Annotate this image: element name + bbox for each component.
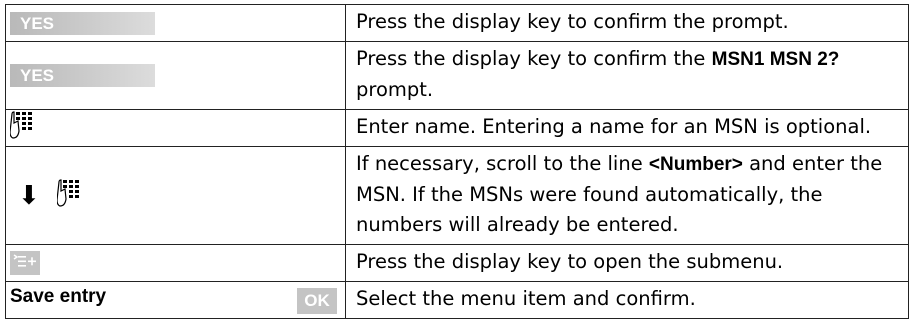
key-cell xyxy=(5,109,346,147)
arrow-down-icon: ⬇ xyxy=(18,180,40,211)
instruction-table: YES Press the display key to confirm the… xyxy=(5,4,909,319)
keypad-icon xyxy=(56,178,83,213)
table-row: YES Press the display key to confirm the… xyxy=(5,4,909,42)
yes-softkey[interactable]: YES xyxy=(10,64,155,87)
key-cell: Save entry OK xyxy=(5,281,346,319)
key-cell: YES xyxy=(5,41,346,110)
table-row: ⬇ If necessary, scroll to the line <Numb… xyxy=(5,146,909,245)
ok-softkey[interactable]: OK xyxy=(297,288,337,314)
description-cell: Press the display key to confirm the pro… xyxy=(345,4,909,42)
yes-softkey[interactable]: YES xyxy=(10,11,155,35)
keypad-icon xyxy=(9,111,36,145)
description-cell: Select the menu item and confirm. xyxy=(345,281,909,319)
table-row: Enter name. Entering a name for an MSN i… xyxy=(5,109,909,147)
table-row: Press the display key to open the submen… xyxy=(5,244,909,282)
description-cell: Press the display key to confirm the MSN… xyxy=(345,41,909,110)
description-cell: If necessary, scroll to the line <Number… xyxy=(345,146,909,245)
table-row: YES Press the display key to confirm the… xyxy=(5,41,909,110)
key-cell: ⬇ xyxy=(5,146,346,245)
description-cell: Enter name. Entering a name for an MSN i… xyxy=(345,109,909,147)
table-row: Save entry OK Select the menu item and c… xyxy=(5,281,909,319)
key-cell: YES xyxy=(5,4,346,42)
menu-icon[interactable] xyxy=(10,251,40,275)
description-cell: Press the display key to open the submen… xyxy=(345,244,909,282)
key-cell xyxy=(5,244,346,282)
save-entry-label: Save entry xyxy=(10,286,107,307)
